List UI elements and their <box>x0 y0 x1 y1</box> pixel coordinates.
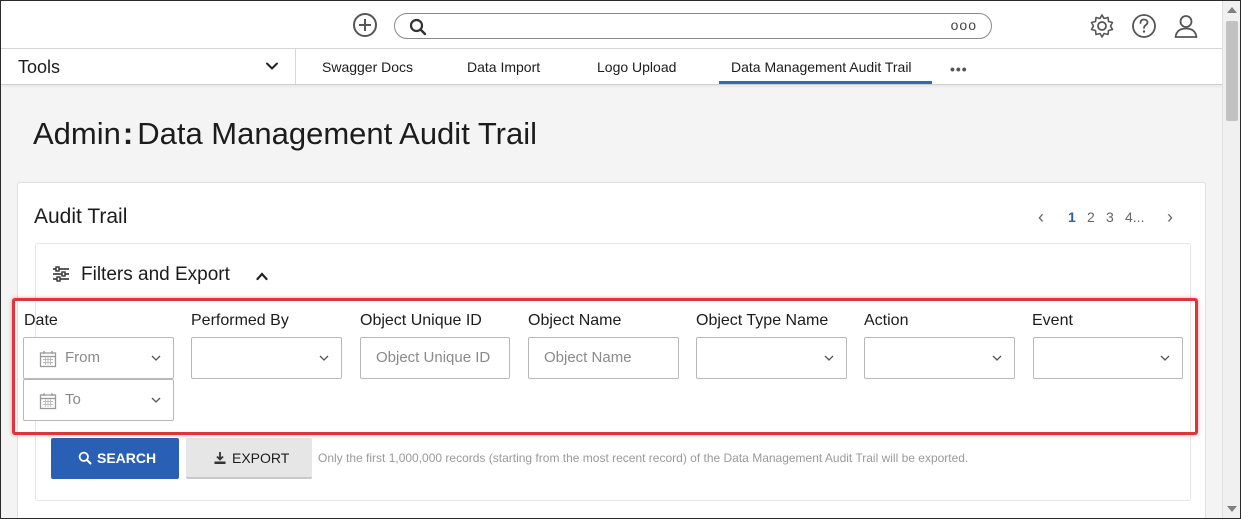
filters-heading: Filters and Export <box>81 264 230 285</box>
tools-label: Tools <box>18 57 61 77</box>
search-icon <box>409 18 427 36</box>
pager-next-icon[interactable]: › <box>1167 207 1173 228</box>
tab-data-management-audit-trail[interactable]: Data Management Audit Trail <box>731 59 912 75</box>
pager-prev-icon[interactable]: ‹ <box>1038 207 1044 228</box>
pager-page-3[interactable]: 3 <box>1106 209 1114 225</box>
page-title: Admin: Data Management Audit Trail <box>33 116 537 152</box>
scroll-down-icon[interactable] <box>1227 506 1237 512</box>
tools-nav: Tools Swagger Docs Data Import Logo Uplo… <box>1 49 1222 85</box>
global-search-input[interactable]: ooo <box>394 13 992 39</box>
export-button[interactable]: EXPORT <box>186 438 312 479</box>
page-scrollbar[interactable] <box>1222 1 1240 518</box>
page-title-main: Data Management Audit Trail <box>137 116 537 151</box>
tab-data-import[interactable]: Data Import <box>467 59 540 75</box>
active-tab-indicator <box>719 81 932 84</box>
download-icon <box>214 452 226 464</box>
export-note: Only the first 1,000,000 records (starti… <box>318 451 969 465</box>
add-icon[interactable] <box>353 13 377 37</box>
highlight-box <box>12 298 1198 435</box>
search-options-icon[interactable]: ooo <box>951 17 977 33</box>
search-button[interactable]: SEARCH <box>51 438 179 479</box>
user-icon[interactable] <box>1172 12 1200 40</box>
sliders-icon <box>53 266 69 282</box>
help-icon[interactable] <box>1130 12 1158 40</box>
chevron-down-icon <box>266 62 278 70</box>
page-title-separator: : <box>122 116 134 151</box>
chevron-up-icon <box>256 272 268 281</box>
more-tabs-icon[interactable]: ••• <box>950 61 968 77</box>
card-title: Audit Trail <box>34 205 128 228</box>
scroll-thumb[interactable] <box>1226 21 1238 121</box>
tab-logo-upload[interactable]: Logo Upload <box>597 59 676 75</box>
tools-dropdown[interactable]: Tools <box>1 49 296 84</box>
gear-icon[interactable] <box>1088 12 1116 40</box>
search-button-label: SEARCH <box>97 450 157 466</box>
export-button-label: EXPORT <box>232 450 290 466</box>
pager-page-4[interactable]: 4... <box>1125 209 1144 225</box>
tab-swagger-docs[interactable]: Swagger Docs <box>322 59 413 75</box>
top-bar: ooo <box>1 1 1222 49</box>
pager-page-2[interactable]: 2 <box>1087 209 1095 225</box>
search-icon <box>78 451 92 465</box>
page-title-prefix: Admin <box>33 116 121 151</box>
pager-page-1[interactable]: 1 <box>1068 209 1076 225</box>
scroll-up-icon[interactable] <box>1227 7 1237 13</box>
